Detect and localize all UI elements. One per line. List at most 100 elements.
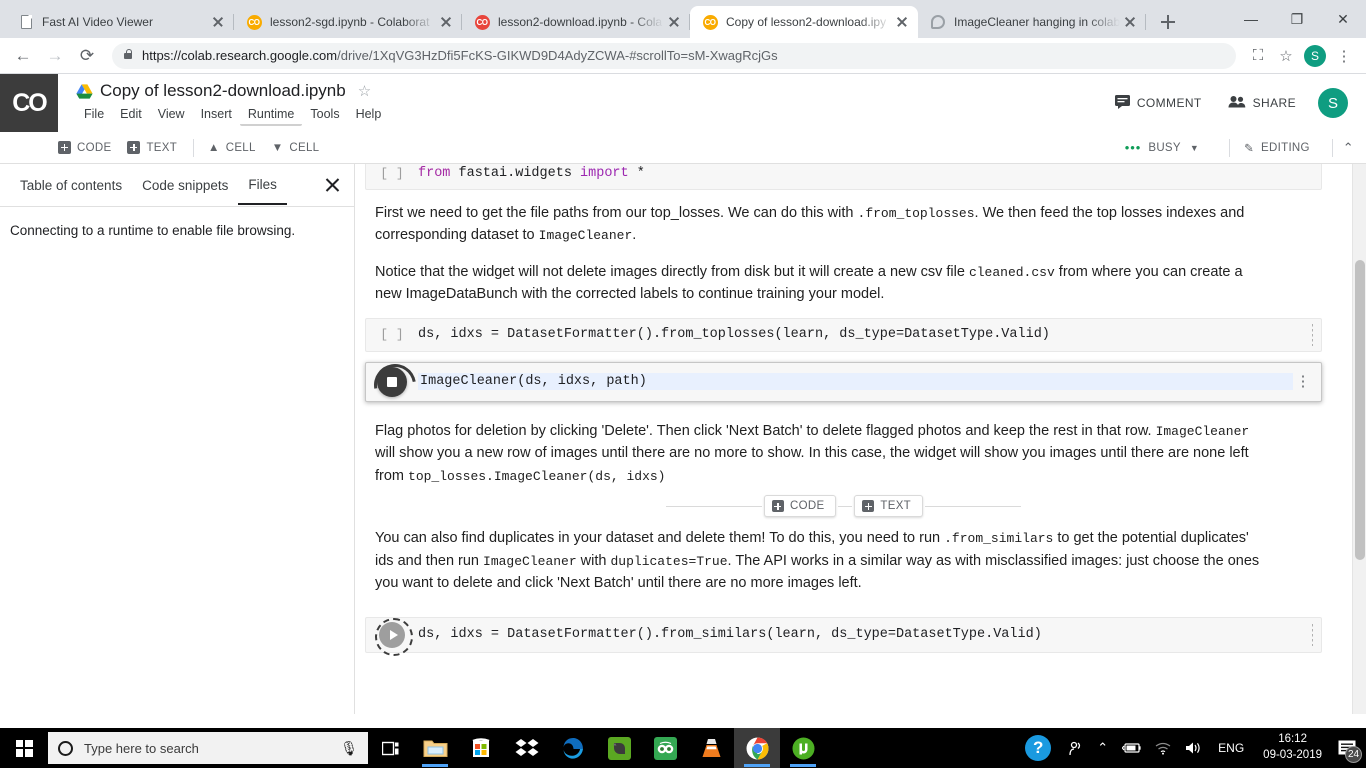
tab-close-icon[interactable]	[208, 12, 228, 32]
forward-icon[interactable]: →	[40, 41, 70, 71]
google-chrome-icon[interactable]	[734, 728, 780, 768]
browser-tab-0[interactable]: Fast AI Video Viewer	[6, 6, 234, 38]
file-explorer-icon[interactable]	[412, 728, 458, 768]
volume-icon[interactable]	[1178, 741, 1209, 755]
browser-profile-avatar[interactable]: S	[1304, 44, 1326, 67]
colab-account-avatar[interactable]: S	[1318, 88, 1348, 118]
menu-help[interactable]: Help	[348, 104, 390, 126]
notebook-title[interactable]: Copy of lesson2-download.ipynb	[100, 81, 346, 101]
move-cell-up-button[interactable]: ▲ CELL	[208, 142, 256, 154]
battery-charging-icon[interactable]	[1115, 742, 1148, 754]
tab-close-icon[interactable]	[1120, 12, 1140, 32]
stop-icon[interactable]	[377, 366, 407, 397]
code-cell[interactable]: [ ] from fastai.widgets import *	[365, 164, 1322, 190]
start-button[interactable]	[0, 728, 48, 768]
tab-close-icon[interactable]	[892, 12, 912, 32]
markdown-cell[interactable]: You can also find duplicates in your dat…	[365, 517, 1270, 598]
dropbox-icon[interactable]	[504, 728, 550, 768]
sidebar-close-icon[interactable]	[322, 175, 342, 195]
microsoft-edge-icon[interactable]	[550, 728, 596, 768]
notebook-scrollbar[interactable]	[1352, 164, 1366, 714]
back-icon[interactable]: ←	[8, 41, 38, 71]
browser-tab-4[interactable]: ImageCleaner hanging in colab	[918, 6, 1146, 38]
share-button[interactable]: SHARE	[1228, 95, 1296, 111]
cell-resize-handle[interactable]	[1312, 323, 1313, 346]
cell-source[interactable]: ds, idxs = DatasetFormatter().from_toplo…	[418, 327, 1312, 342]
editing-mode-button[interactable]: ✎ EDITING	[1244, 141, 1310, 155]
runtime-status-button[interactable]: ••• BUSY ▼	[1125, 140, 1199, 155]
cell-resize-handle[interactable]	[1312, 623, 1313, 646]
sidebar-tab-table-of-contents[interactable]: Table of contents	[10, 166, 132, 204]
minimize-icon[interactable]: —	[1228, 3, 1274, 35]
markdown-cell[interactable]: First we need to get the file paths from…	[365, 190, 1270, 310]
play-icon[interactable]	[375, 617, 413, 656]
microsoft-store-icon[interactable]	[458, 728, 504, 768]
search-placeholder: Type here to search	[84, 740, 199, 756]
more-vert-icon[interactable]: ⋮	[1293, 374, 1313, 389]
address-bar[interactable]: https://colab.research.google.com/drive/…	[112, 42, 1236, 69]
new-tab-button[interactable]	[1154, 8, 1182, 36]
reload-icon[interactable]: ⟳	[72, 41, 102, 71]
menu-runtime[interactable]: Runtime	[239, 104, 303, 126]
evernote-icon[interactable]	[596, 728, 642, 768]
sidebar-tab-bar: Table of contents Code snippets Files	[0, 164, 354, 207]
menu-view[interactable]: View	[150, 104, 193, 126]
bookmark-star-icon[interactable]: ☆	[1272, 42, 1300, 70]
maximize-icon[interactable]: ❐	[1274, 3, 1320, 35]
wifi-icon[interactable]	[1148, 742, 1178, 755]
vlc-icon[interactable]	[688, 728, 734, 768]
notebook-scrollbar-thumb[interactable]	[1355, 260, 1365, 560]
chrome-menu-icon[interactable]: ⋮	[1330, 42, 1358, 70]
browser-tab-1[interactable]: CO lesson2-sgd.ipynb - Colaborat	[234, 6, 462, 38]
help-circle-icon[interactable]: ?	[1025, 735, 1052, 761]
browser-tab-2[interactable]: CO lesson2-download.ipynb - Cola	[462, 6, 690, 38]
move-cell-down-button[interactable]: ▼ CELL	[272, 142, 320, 154]
notification-count-badge: 24	[1345, 746, 1362, 763]
taskbar-clock[interactable]: 16:12 09-03-2019	[1253, 732, 1332, 763]
language-indicator[interactable]: ENG	[1209, 741, 1253, 755]
browser-tab-3[interactable]: CO Copy of lesson2-download.ipy	[690, 6, 918, 38]
insert-bar-line	[925, 505, 1022, 507]
utorrent-icon[interactable]	[780, 728, 826, 768]
tab-close-icon[interactable]	[664, 12, 684, 32]
close-window-icon[interactable]: ✕	[1320, 3, 1366, 35]
add-text-cell-button[interactable]: TEXT	[127, 141, 177, 154]
cell-run-prompt[interactable]: [ ]	[366, 327, 418, 342]
task-view-icon[interactable]	[368, 728, 412, 768]
chevron-down-icon[interactable]: ▼	[1190, 143, 1199, 153]
code-cell-selected[interactable]: ImageCleaner(ds, idxs, path) ⋮	[365, 361, 1322, 402]
insert-code-cell-button[interactable]: CODE	[763, 495, 837, 518]
sidebar-tab-files[interactable]: Files	[238, 165, 287, 205]
cell-source[interactable]: from fastai.widgets import *	[418, 166, 1321, 181]
menu-insert[interactable]: Insert	[193, 104, 240, 126]
code-cell[interactable]: [ ] ds, idxs = DatasetFormatter().from_t…	[365, 317, 1322, 352]
cell-source[interactable]: ImageCleaner(ds, idxs, path)	[418, 373, 1293, 391]
star-icon[interactable]: ☆	[358, 82, 371, 100]
cell-run-button[interactable]	[366, 366, 418, 397]
cell-source[interactable]: ds, idxs = DatasetFormatter().from_simil…	[418, 627, 1312, 642]
cell-run-prompt[interactable]: [ ]	[366, 166, 418, 181]
microphone-icon[interactable]: 🎙	[340, 740, 358, 757]
add-code-cell-button[interactable]: CODE	[58, 141, 111, 154]
collapse-header-button[interactable]: ⌃	[1343, 140, 1354, 156]
plus-icon	[862, 500, 875, 513]
people-nearby-icon[interactable]	[1061, 741, 1090, 756]
insert-text-cell-button[interactable]: TEXT	[854, 495, 924, 518]
menu-tools[interactable]: Tools	[302, 104, 347, 126]
comment-button[interactable]: COMMENT	[1114, 94, 1202, 112]
markdown-cell[interactable]: Flag photos for deletion by clicking 'De…	[365, 402, 1270, 491]
tripadvisor-icon[interactable]	[642, 728, 688, 768]
code-cell[interactable]: ds, idxs = DatasetFormatter().from_simil…	[365, 616, 1322, 656]
cast-icon[interactable]: ⛶	[1244, 42, 1272, 70]
menu-edit[interactable]: Edit	[112, 104, 150, 126]
taskbar-search-box[interactable]: Type here to search 🎙	[48, 732, 368, 764]
notebook-area[interactable]: [ ] from fastai.widgets import * First w…	[355, 164, 1366, 714]
colab-logo[interactable]: CO	[0, 74, 58, 132]
action-center-icon[interactable]: 24	[1332, 728, 1362, 768]
sidebar-tab-code-snippets[interactable]: Code snippets	[132, 166, 238, 204]
arrow-up-icon: ▲	[208, 141, 220, 154]
menu-file[interactable]: File	[76, 104, 112, 126]
show-hidden-icons-icon[interactable]: ⌃	[1090, 740, 1115, 756]
tab-close-icon[interactable]	[436, 12, 456, 32]
cell-run-button[interactable]	[366, 617, 418, 656]
